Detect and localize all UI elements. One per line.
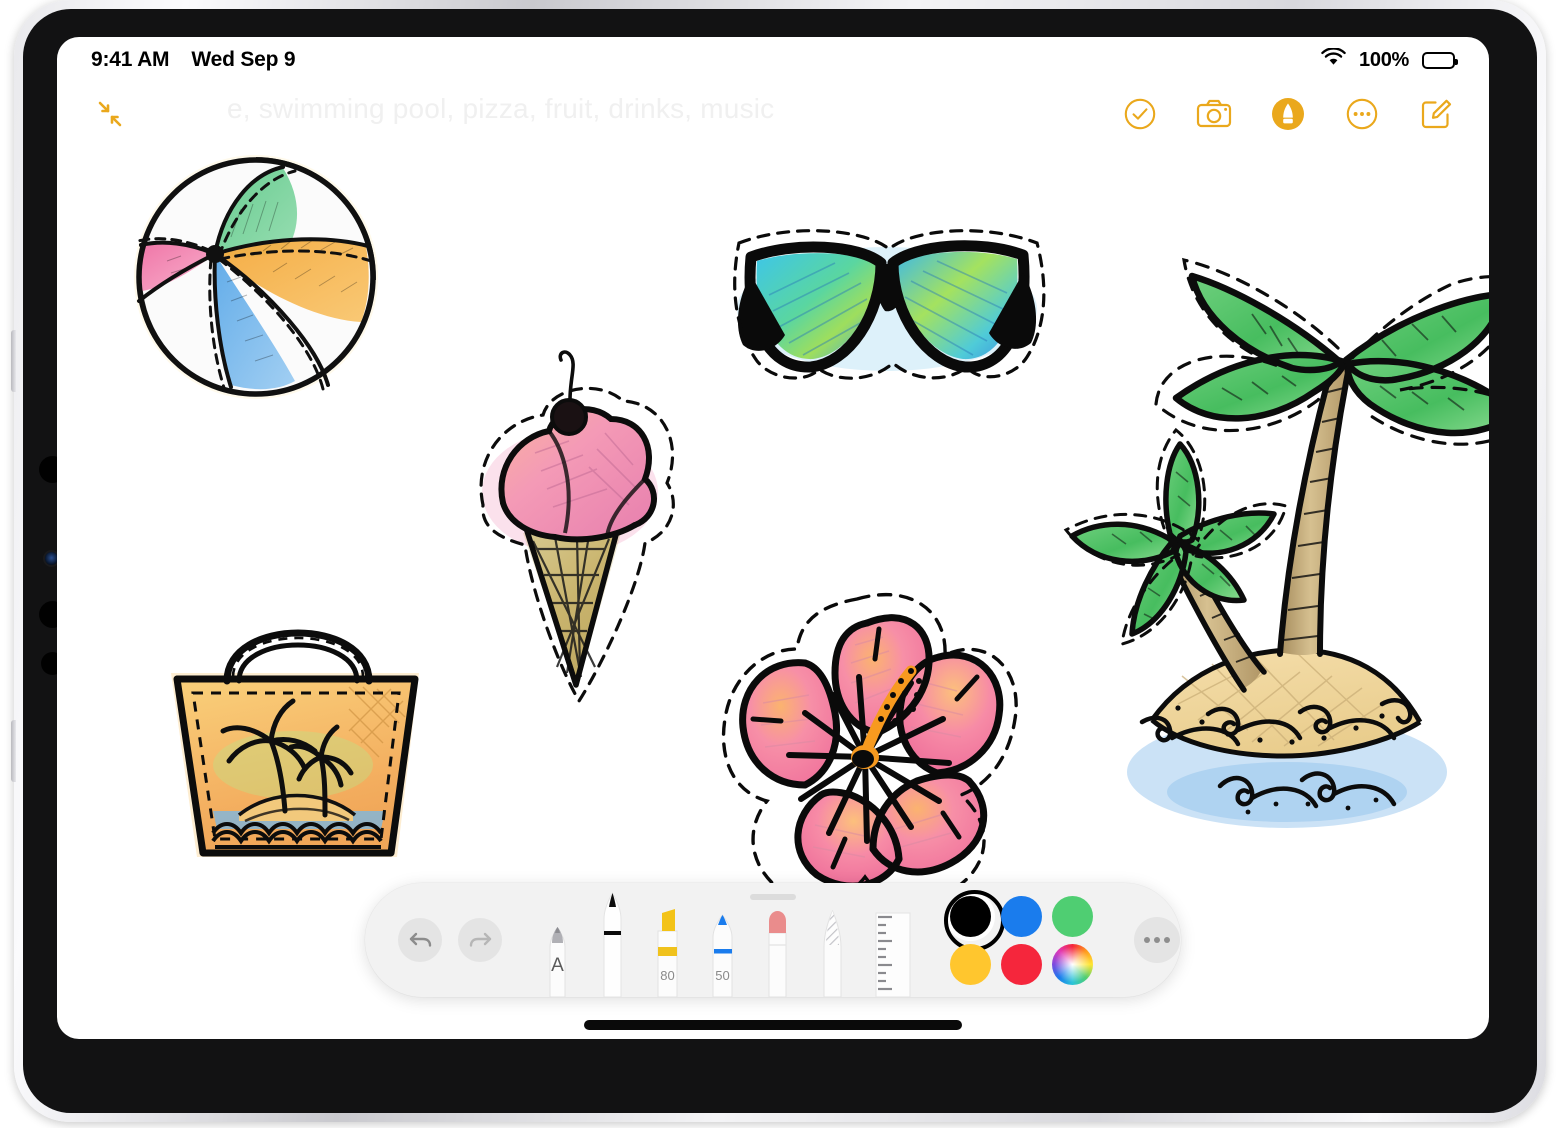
ipad-screen: e, swimming pool, pizza, fruit, drinks, … [57,37,1489,1039]
collapse-arrows-icon[interactable] [91,95,129,133]
done-checkmark-button[interactable] [1121,95,1159,133]
dot-2 [1154,937,1160,943]
beach-tote-bag-drawing[interactable] [153,589,443,899]
swatch-green[interactable] [1052,896,1093,937]
note-toolbar [57,83,1489,145]
tool-text[interactable]: A [530,883,585,997]
swatch-yellow[interactable] [950,944,991,985]
undo-button[interactable] [398,918,442,962]
tool-pen[interactable] [585,883,640,997]
more-button[interactable] [1343,95,1381,133]
tool-ruler[interactable] [860,883,915,997]
home-indicator[interactable] [584,1020,962,1030]
status-bar-right: 100% [1321,48,1455,72]
battery-percent-label: 100% [1359,49,1409,72]
dot-3 [1164,937,1170,943]
tool-marker-badge: 50 [695,968,750,983]
frame-nub-top [11,330,16,392]
tool-lasso[interactable] [805,883,860,997]
camera-button[interactable] [1195,95,1233,133]
status-date: Wed Sep 9 [191,48,295,72]
color-swatches [945,892,1098,988]
dot-1 [1144,937,1150,943]
tool-text-badge: A [530,955,585,977]
compose-button[interactable] [1417,95,1455,133]
undo-redo-group [398,918,502,962]
drawing-palette[interactable]: A [365,883,1181,997]
frame-nub-bottom [11,720,16,782]
swatch-black[interactable] [950,896,991,937]
palette-more-button[interactable] [1134,917,1180,963]
status-time: 9:41 AM [91,48,169,72]
status-bar-left: 9:41 AM Wed Sep 9 [91,48,295,72]
tool-strip: A [530,883,915,997]
palm-tree-island-drawing[interactable] [1052,252,1489,842]
ipad-device-frame: e, swimming pool, pizza, fruit, drinks, … [14,0,1546,1122]
tool-eraser[interactable] [750,883,805,997]
wifi-icon [1321,48,1346,72]
swatch-red[interactable] [1001,944,1042,985]
tool-marker[interactable]: 50 [695,883,750,997]
tool-highlighter[interactable]: 80 [640,883,695,997]
battery-full-icon [1422,52,1455,69]
swatch-wheel[interactable] [1052,944,1093,985]
hibiscus-flower-drawing[interactable] [705,585,1035,915]
status-bar: 9:41 AM Wed Sep 9 100% [57,37,1489,83]
swatch-blue[interactable] [1001,896,1042,937]
note-toolbar-actions [1121,95,1455,133]
redo-button[interactable] [458,918,502,962]
tool-highlighter-badge: 80 [640,968,695,983]
markup-button[interactable] [1269,95,1307,133]
beach-ball-drawing[interactable] [123,149,393,404]
screen-bezel: e, swimming pool, pizza, fruit, drinks, … [23,9,1537,1113]
ice-cream-cone-drawing[interactable] [457,337,687,707]
sunglasses-drawing[interactable] [717,217,1057,397]
